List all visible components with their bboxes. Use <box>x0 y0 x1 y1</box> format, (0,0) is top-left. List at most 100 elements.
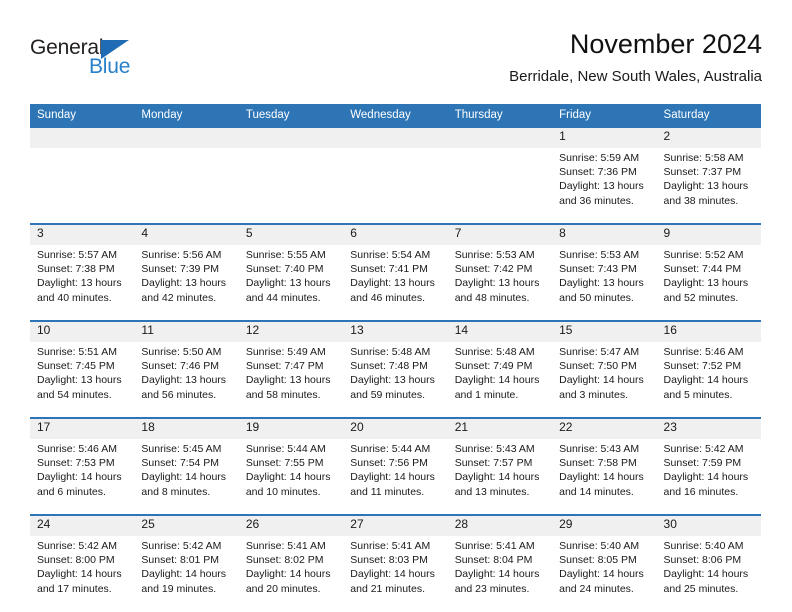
day-daylight-2-text: and 1 minute. <box>454 388 519 401</box>
day-number-cell[interactable]: 18 <box>134 419 239 439</box>
day-number-cell[interactable]: 9 <box>656 225 761 245</box>
day-sunset-text: Sunset: 7:46 PM <box>141 360 220 373</box>
day-number-cell[interactable]: 29 <box>552 516 657 536</box>
day-number-cell[interactable]: 7 <box>447 225 553 245</box>
page-subtitle: Berridale, New South Wales, Australia <box>509 68 762 85</box>
day-daylight-2-text: and 44 minutes. <box>245 291 321 304</box>
day-daylight-1-text: Daylight: 14 hours <box>559 374 644 387</box>
day-daylight-1-text: Daylight: 14 hours <box>37 471 122 484</box>
day-sunrise-text: Sunrise: 5:52 AM <box>663 249 744 261</box>
day-number-cell[interactable]: 30 <box>656 516 761 536</box>
day-number-cell[interactable]: 3 <box>30 225 135 245</box>
day-number-row: 17 18 19 20 21 22 23 <box>30 419 761 439</box>
day-daylight-1-text: Daylight: 13 hours <box>454 277 540 290</box>
day-sunset-text: Sunset: 7:50 PM <box>559 360 637 373</box>
day-daylight-1-text: Daylight: 13 hours <box>37 374 122 387</box>
day-sunrise-text: Sunrise: 5:47 AM <box>559 346 640 358</box>
day-number-cell[interactable]: 27 <box>343 516 448 536</box>
day-number-cell[interactable]: 15 <box>552 322 657 342</box>
day-daylight-1-text: Daylight: 14 hours <box>559 471 644 484</box>
day-number-cell[interactable]: 19 <box>238 419 344 439</box>
calendar-page: General Blue November 2024 Berridale, Ne… <box>0 0 792 612</box>
day-daylight-1-text: Daylight: 14 hours <box>350 568 435 581</box>
sunrise-sunset-calendar-table: Sunday Monday Tuesday Wednesday Thursday… <box>30 104 761 611</box>
day-number-cell[interactable]: 10 <box>30 322 135 342</box>
day-sunset-text: Sunset: 7:36 PM <box>559 166 637 179</box>
day-info-cell: Sunrise: 5:42 AM Sunset: 7:59 PM Daylight:… <box>656 439 761 514</box>
general-blue-logo[interactable]: General Blue <box>30 36 150 82</box>
weekday-header-wednesday: Wednesday <box>343 104 448 126</box>
day-daylight-2-text: and 59 minutes. <box>350 388 425 401</box>
day-info-cell: Sunrise: 5:41 AM Sunset: 8:02 PM Daylight:… <box>238 536 344 611</box>
day-sunset-text: Sunset: 8:04 PM <box>454 554 533 567</box>
day-daylight-1-text: Daylight: 13 hours <box>141 277 227 290</box>
day-number-cell[interactable]: 22 <box>552 419 657 439</box>
day-number-cell[interactable]: 12 <box>238 322 344 342</box>
day-number-cell[interactable]: 11 <box>134 322 239 342</box>
day-info-cell: Sunrise: 5:46 AM Sunset: 7:52 PM Daylight:… <box>656 342 761 417</box>
day-sunset-text: Sunset: 8:06 PM <box>663 554 742 567</box>
day-sunrise-text: Sunrise: 5:41 AM <box>350 540 431 552</box>
day-number-cell[interactable]: 16 <box>656 322 761 342</box>
day-number-cell[interactable]: 8 <box>552 225 657 245</box>
day-sunset-text: Sunset: 7:55 PM <box>245 457 324 470</box>
day-daylight-1-text: Daylight: 14 hours <box>141 568 227 581</box>
day-info-cell: Sunrise: 5:42 AM Sunset: 8:00 PM Daylight:… <box>30 536 135 611</box>
day-number-cell[interactable]: 14 <box>447 322 553 342</box>
day-sunset-text: Sunset: 7:48 PM <box>350 360 428 373</box>
day-daylight-1-text: Daylight: 13 hours <box>245 374 331 387</box>
day-daylight-2-text: and 16 minutes. <box>663 485 739 498</box>
day-number-cell[interactable]: 4 <box>134 225 239 245</box>
weekday-header-friday: Friday <box>552 104 657 126</box>
day-number-cell[interactable]: 24 <box>30 516 135 536</box>
day-sunset-text: Sunset: 8:05 PM <box>559 554 637 567</box>
day-info-cell: Sunrise: 5:46 AM Sunset: 7:53 PM Daylight:… <box>30 439 135 514</box>
weekday-header-monday: Monday <box>134 104 239 126</box>
day-number-cell[interactable]: 2 <box>656 128 761 148</box>
day-sunrise-text: Sunrise: 5:53 AM <box>454 249 535 261</box>
day-number-cell[interactable]: 1 <box>552 128 657 148</box>
day-sunset-text: Sunset: 7:44 PM <box>663 263 742 276</box>
day-number-cell[interactable]: 21 <box>447 419 553 439</box>
day-daylight-2-text: and 11 minutes. <box>350 485 425 498</box>
day-info-row: Sunrise: 5:46 AM Sunset: 7:53 PM Daylight:… <box>30 439 761 514</box>
day-sunset-text: Sunset: 7:56 PM <box>350 457 428 470</box>
day-number-cell[interactable]: 23 <box>656 419 761 439</box>
day-number-cell[interactable]: 28 <box>447 516 553 536</box>
day-number-cell[interactable]: 26 <box>238 516 344 536</box>
day-daylight-2-text: and 8 minutes. <box>141 485 211 498</box>
day-sunrise-text: Sunrise: 5:44 AM <box>245 443 326 455</box>
day-sunrise-text: Sunrise: 5:59 AM <box>559 152 640 164</box>
day-number-cell[interactable]: 17 <box>30 419 135 439</box>
day-sunrise-text: Sunrise: 5:46 AM <box>37 443 117 455</box>
day-number-cell[interactable]: 5 <box>238 225 344 245</box>
day-daylight-1-text: Daylight: 14 hours <box>141 471 227 484</box>
day-daylight-1-text: Daylight: 14 hours <box>663 471 749 484</box>
day-sunset-text: Sunset: 7:49 PM <box>454 360 533 373</box>
day-info-row: Sunrise: 5:59 AM Sunset: 7:36 PM Daylight:… <box>30 148 761 223</box>
day-sunrise-text: Sunrise: 5:42 AM <box>141 540 222 552</box>
day-daylight-1-text: Daylight: 14 hours <box>663 568 749 581</box>
day-daylight-2-text: and 38 minutes. <box>663 194 739 207</box>
day-number-cell[interactable]: 25 <box>134 516 239 536</box>
day-sunset-text: Sunset: 8:03 PM <box>350 554 428 567</box>
day-info-cell: Sunrise: 5:40 AM Sunset: 8:06 PM Daylight:… <box>656 536 761 611</box>
day-sunrise-text: Sunrise: 5:51 AM <box>37 346 117 358</box>
day-number-cell-empty <box>447 128 553 148</box>
weekday-header-sunday: Sunday <box>30 104 135 126</box>
day-daylight-2-text: and 24 minutes. <box>559 582 634 595</box>
day-info-cell: Sunrise: 5:57 AM Sunset: 7:38 PM Daylight:… <box>30 245 135 320</box>
day-number-cell[interactable]: 20 <box>343 419 448 439</box>
day-info-cell: Sunrise: 5:51 AM Sunset: 7:45 PM Daylight:… <box>30 342 135 417</box>
calendar-header-row-group: Sunday Monday Tuesday Wednesday Thursday… <box>30 104 761 126</box>
day-info-cell: Sunrise: 5:41 AM Sunset: 8:04 PM Daylight:… <box>447 536 553 611</box>
day-number-cell[interactable]: 13 <box>343 322 448 342</box>
day-sunset-text: Sunset: 7:40 PM <box>245 263 324 276</box>
day-daylight-1-text: Daylight: 14 hours <box>454 471 540 484</box>
day-info-cell: Sunrise: 5:50 AM Sunset: 7:46 PM Daylight:… <box>134 342 239 417</box>
day-sunset-text: Sunset: 7:43 PM <box>559 263 637 276</box>
day-sunset-text: Sunset: 7:47 PM <box>245 360 324 373</box>
day-sunset-text: Sunset: 7:54 PM <box>141 457 220 470</box>
day-number-cell[interactable]: 6 <box>343 225 448 245</box>
day-sunset-text: Sunset: 7:58 PM <box>559 457 637 470</box>
